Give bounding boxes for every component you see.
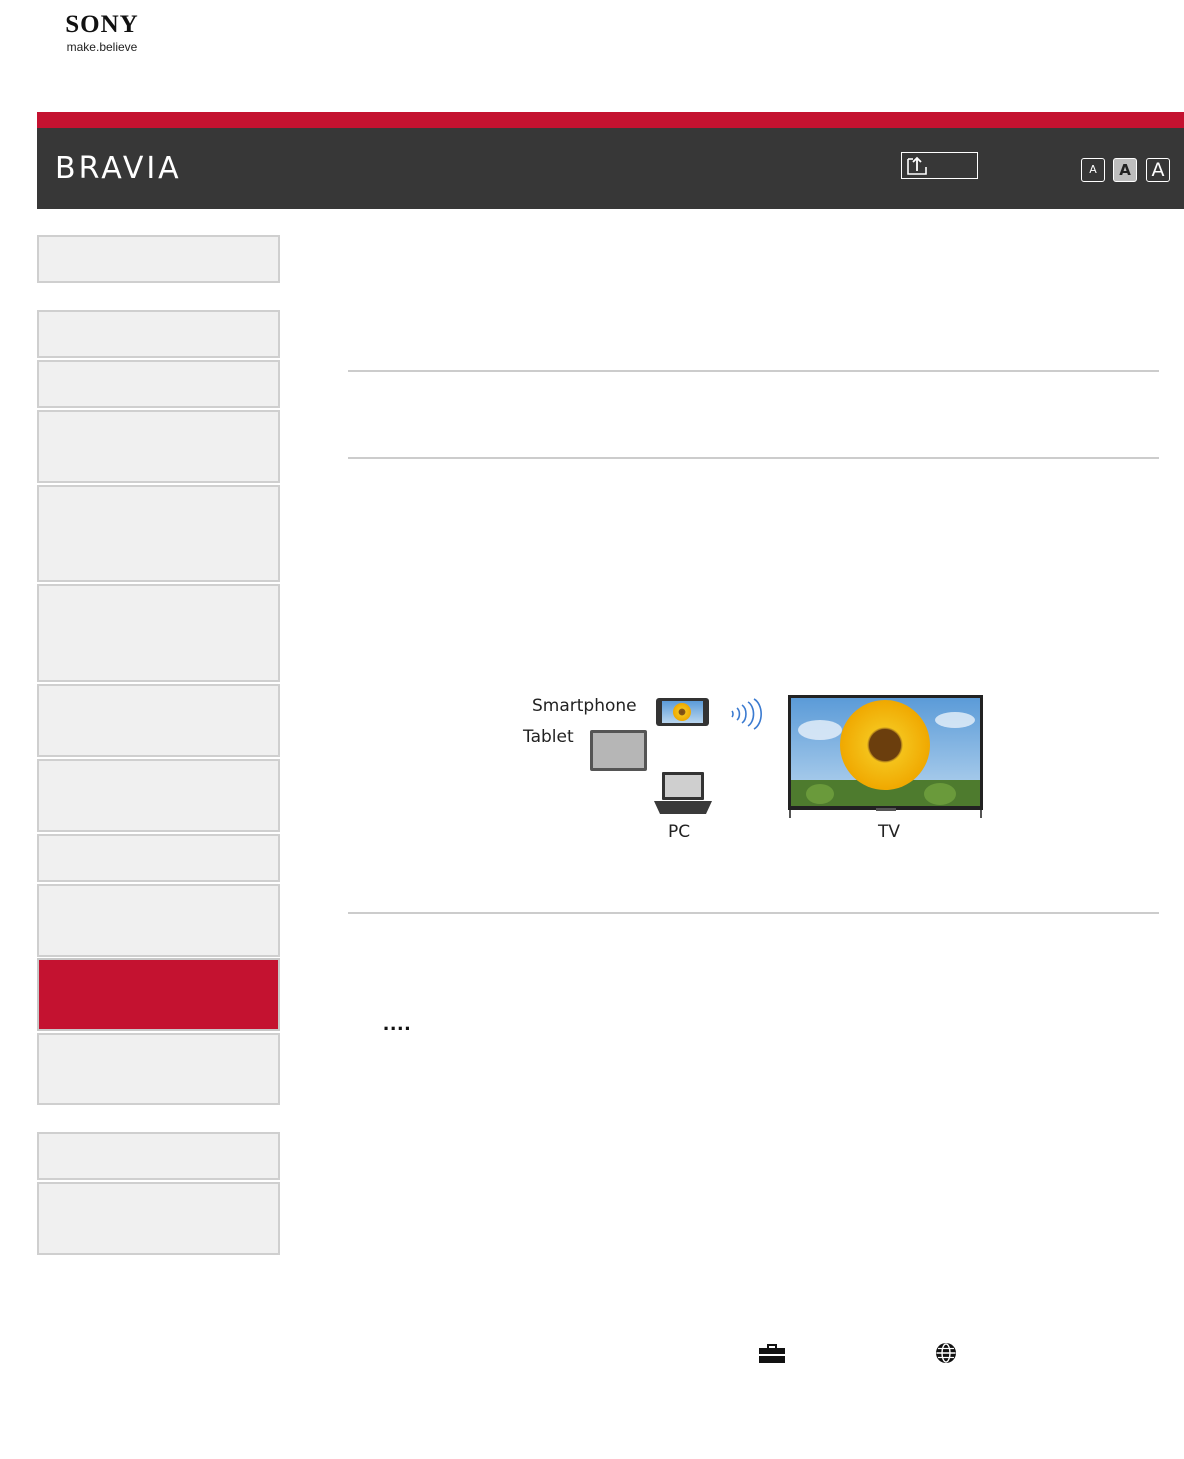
- content-divider-1: [348, 370, 1159, 372]
- sidebar-item-11-active[interactable]: [37, 958, 280, 1031]
- tv-icon: [788, 695, 983, 818]
- sidebar-item-5[interactable]: [37, 485, 280, 582]
- sidebar-item-14[interactable]: [37, 1182, 280, 1255]
- tv-label: TV: [878, 822, 901, 842]
- sidebar-item-6[interactable]: [37, 584, 280, 682]
- logo-tagline: make.believe: [66, 40, 138, 54]
- sidebar-item-9[interactable]: [37, 834, 280, 882]
- sidebar-item-12[interactable]: [37, 1033, 280, 1105]
- product-name: BRAVIA: [55, 151, 182, 186]
- globe-icon: [936, 1343, 956, 1363]
- share-button[interactable]: [901, 152, 978, 179]
- brand-accent-bar: [37, 112, 1184, 128]
- sony-logo: SONY make.believe: [52, 11, 152, 55]
- font-size-medium-button[interactable]: A: [1113, 158, 1137, 182]
- device-connection-figure: [590, 695, 983, 818]
- sidebar-item-7[interactable]: [37, 684, 280, 757]
- smartphone-icon: [656, 698, 709, 726]
- sidebar-item-3[interactable]: [37, 360, 280, 408]
- tablet-icon: [590, 730, 647, 771]
- font-size-small-button[interactable]: A: [1081, 158, 1105, 182]
- page-header: BRAVIA A A A: [37, 128, 1184, 209]
- font-size-large-button[interactable]: A: [1146, 158, 1170, 182]
- pc-label: PC: [668, 822, 691, 842]
- sidebar-item-8[interactable]: [37, 759, 280, 832]
- laptop-icon: [654, 772, 712, 814]
- content-divider-3: [348, 912, 1159, 914]
- sidebar-item-1[interactable]: [37, 235, 280, 283]
- sidebar-item-13[interactable]: [37, 1132, 280, 1180]
- logo-wordmark: SONY: [65, 11, 139, 38]
- content-divider-2: [348, 457, 1159, 459]
- wireless-signal-icon: [731, 698, 762, 730]
- share-icon: [907, 156, 927, 175]
- sidebar-item-10[interactable]: [37, 884, 280, 957]
- ellipsis-text: ....: [383, 1010, 412, 1035]
- sidebar-item-2[interactable]: [37, 310, 280, 358]
- toolbox-icon: [759, 1344, 785, 1363]
- sidebar-item-4[interactable]: [37, 410, 280, 483]
